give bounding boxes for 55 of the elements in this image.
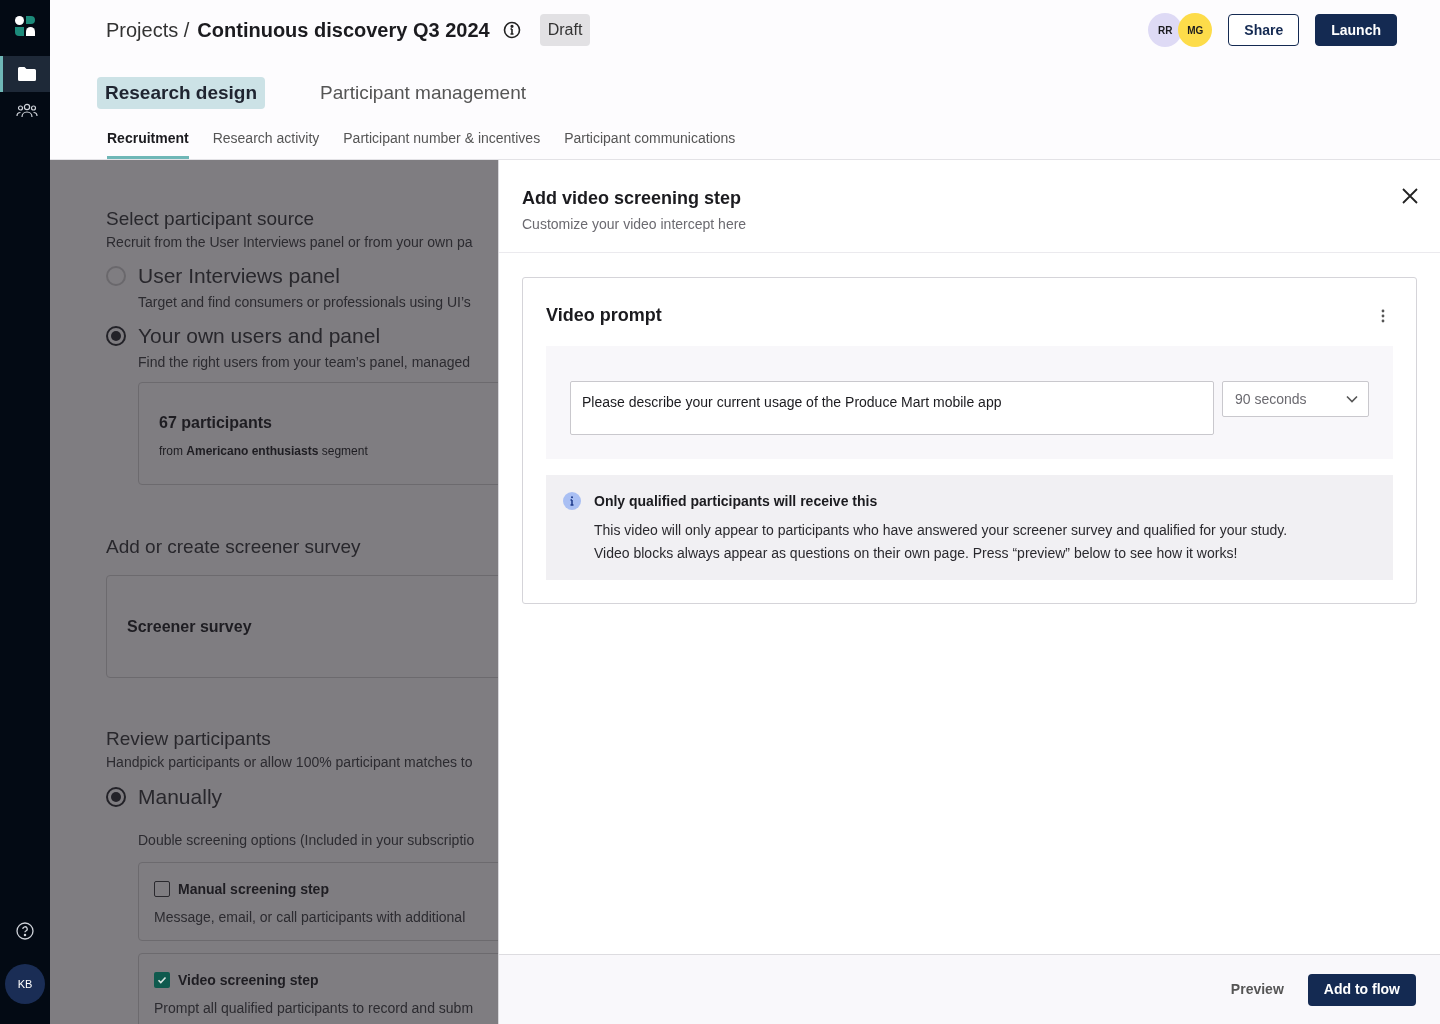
radio-label: User Interviews panel <box>138 263 340 289</box>
notice-text: This video will only appear to participants who have answered your screener survey and qualified for your study. <box>594 521 1288 540</box>
screener-title: Screener survey <box>127 616 252 637</box>
user-avatar[interactable]: KB <box>5 964 45 1004</box>
section-title: Add or create screener survey <box>106 535 362 559</box>
step-description: Message, email, or call participants with additional <box>154 908 467 927</box>
main-tab[interactable]: Participant management <box>312 77 535 109</box>
radio-label: Your own users and panel <box>138 323 381 349</box>
radio-button[interactable] <box>106 787 126 807</box>
collaborator-avatar: MG <box>1178 13 1213 47</box>
drawer-subtitle: Customize your video intercept here <box>522 215 747 234</box>
segment-count: 67 participants <box>159 413 273 433</box>
main-tab[interactable]: Research design <box>97 77 266 109</box>
option-description: Target and find consumers or professionals using UI’s <box>138 293 472 312</box>
checkbox[interactable] <box>154 972 170 988</box>
step-title: Video screening step <box>178 971 319 990</box>
info-icon[interactable] <box>502 21 521 39</box>
notice-text: Video blocks always appear as questions on their own page. Press “preview” below to see how it works! <box>594 544 1239 563</box>
status-badge: Draft <box>539 14 591 46</box>
logo-icon <box>14 15 36 37</box>
double-screening-label: Double screening options (Included in your subscriptio <box>138 831 476 850</box>
help-icon[interactable] <box>16 922 34 940</box>
preview-button[interactable]: Preview <box>1230 973 1284 1006</box>
share-button[interactable]: Share <box>1228 14 1300 46</box>
add-to-flow-button[interactable]: Add to flow <box>1307 973 1416 1006</box>
people-icon <box>15 102 38 118</box>
option-description: Find the right users from your team’s panel, managed <box>138 353 472 372</box>
notice-title: Only qualified participants will receive this <box>594 492 879 511</box>
sub-tab[interactable]: Participant communications <box>564 128 736 159</box>
radio-button[interactable] <box>106 326 126 346</box>
close-icon[interactable] <box>1402 188 1418 204</box>
sub-tab[interactable]: Research activity <box>212 128 320 159</box>
more-icon[interactable] <box>1381 308 1385 323</box>
card-title: Video prompt <box>546 304 662 327</box>
step-description: Prompt all qualified participants to record and subm <box>154 999 475 1018</box>
sidebar-nav-item[interactable] <box>0 56 50 92</box>
step-title: Manual screening step <box>178 880 329 899</box>
section-title: Select participant source <box>106 207 316 231</box>
radio-label: Manually <box>138 784 223 810</box>
section-title: Review participants <box>106 727 272 751</box>
checkbox[interactable] <box>154 881 170 897</box>
info-icon <box>562 491 582 511</box>
segment-detail: from Americano enthusiasts segment <box>159 443 369 460</box>
folder-icon <box>16 66 37 82</box>
drawer-title: Add video screening step <box>522 187 743 210</box>
project-title: Continuous discovery Q3 2024 <box>197 18 490 43</box>
duration-dropdown[interactable]: 90 seconds <box>1222 381 1369 417</box>
launch-button[interactable]: Launch <box>1315 14 1397 46</box>
prompt-field[interactable]: Please describe your current usage of the Produce Mart mobile app <box>570 381 1214 435</box>
check-icon <box>156 974 168 986</box>
section-description: Recruit from the User Interviews panel or from your own pa <box>106 233 474 252</box>
sub-tab[interactable]: Participant number & incentives <box>343 128 541 159</box>
breadcrumb-link[interactable]: Projects / <box>106 15 190 45</box>
section-description: Handpick participants or allow 100% participant matches to <box>106 753 474 772</box>
chevron-down-icon <box>1346 395 1358 403</box>
